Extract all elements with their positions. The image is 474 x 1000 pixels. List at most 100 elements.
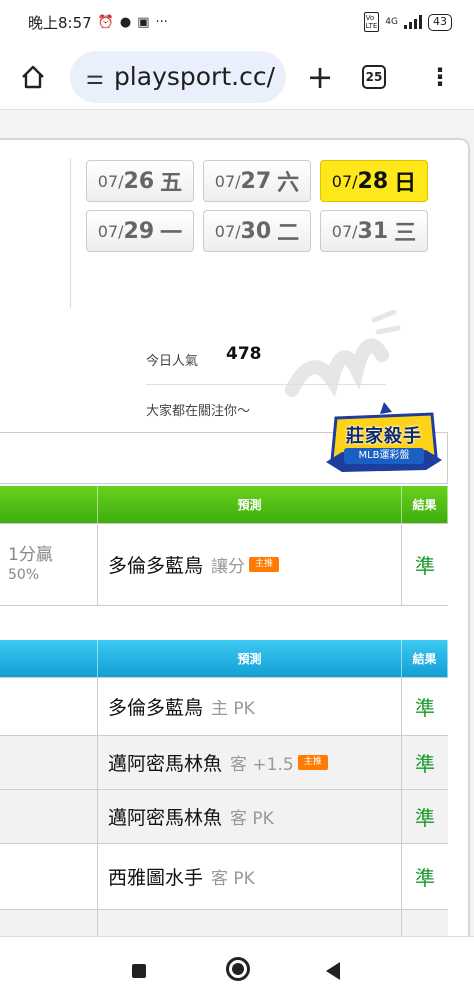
chat-icon: ● [119,14,132,30]
table-header-green: 預測 結果 [0,486,448,524]
date-button-0731[interactable]: 07/ 31 三 [320,210,428,252]
main-pick-tag: 主推 [297,755,328,770]
battery-icon: 43 [428,13,452,31]
popularity-divider [146,384,386,385]
signal-icon [404,15,422,29]
alarm-icon: ⏰ [97,14,114,30]
date-weekday: 六 [277,171,300,196]
table-row[interactable]: 多倫多藍鳥 主 PK 準 [0,678,448,736]
back-button[interactable] [326,962,340,980]
prediction-cell: 多倫多藍鳥 主 PK [98,678,402,735]
table-header-blue: 預測 結果 [0,640,448,678]
date-weekday: 三 [394,221,417,246]
left-cell [0,844,98,909]
bet-type: 客 PK [230,809,274,829]
team-name: 西雅圖水手 [108,867,204,889]
left-cell [0,736,98,789]
prediction-cell: 邁阿密馬林魚 客 +1.5 主推 [98,736,402,789]
left-line-1: 1分贏 [8,544,53,565]
prediction-cell [98,910,402,936]
date-button-0730[interactable]: 07/ 30 二 [203,210,311,252]
site-settings-icon[interactable]: ⚌ [86,65,104,89]
web-page: 07/ 26 五 07/ 27 六 07/ 28 日 07/ 29 一 07/ … [0,110,474,936]
status-left: 晚上8:57 ⏰ ● ▣ ··· [28,12,168,33]
date-button-0728[interactable]: 07/ 28 日 [320,160,428,202]
bet-type: 客 +1.5 [230,755,294,775]
date-month: 07/ [214,171,241,191]
table-row[interactable]: 邁阿密馬林魚 客 +1.5 主推 準 [0,736,448,790]
date-day: 29 [123,218,155,244]
team-name: 邁阿密馬林魚 [108,807,223,829]
date-weekday: 二 [277,221,300,246]
recents-button[interactable] [132,964,146,978]
prediction-cell: 西雅圖水手 客 PK [98,844,402,909]
table-row[interactable] [0,910,448,936]
content-card: 07/ 26 五 07/ 27 六 07/ 28 日 07/ 29 一 07/ … [0,138,470,936]
popularity-subtitle: 大家都在關注你～ [146,404,251,419]
table-row[interactable]: 邁阿密馬林魚 客 PK 準 [0,790,448,844]
browser-menu-button[interactable]: ⋮ [428,65,452,89]
bet-type: 客 PK [211,869,255,889]
volte-icon: Vo LTE [363,12,380,32]
address-bar[interactable]: ⚌ playsport.cc/ [70,50,286,103]
date-month: 07/ [97,171,124,191]
date-day: 28 [357,168,389,194]
badge-subtitle: MLB運彩盤 [344,448,424,464]
status-right: Vo LTE 4G 43 [363,12,452,32]
date-weekday: 一 [160,221,183,246]
logo-watermark-icon [285,310,401,398]
date-month: 07/ [214,221,241,241]
result-cell: 準 [415,752,435,776]
dealer-killer-badge[interactable]: 莊家殺手 MLB運彩盤 [322,400,446,480]
table-row[interactable]: 西雅圖水手 客 PK 準 [0,844,448,910]
result-cell: 準 [415,806,435,830]
date-weekday: 日 [394,171,417,196]
result-cell [402,910,448,936]
left-cell [0,910,98,936]
status-bar: 晚上8:57 ⏰ ● ▣ ··· Vo LTE 4G 43 [0,0,474,44]
date-button-0726[interactable]: 07/ 26 五 [86,160,194,202]
left-cell [0,790,98,843]
youtube-icon: ▣ [137,14,150,30]
date-month: 07/ [331,221,358,241]
home-button[interactable] [16,60,50,94]
bet-type: 主 PK [211,699,255,719]
result-cell: 準 [415,696,435,720]
bet-type: 讓分 [211,557,246,577]
popularity-value: 478 [226,344,262,364]
result-cell: 準 [415,554,435,578]
badge-title: 莊家殺手 [346,426,422,447]
team-name: 邁阿密馬林魚 [108,753,223,775]
new-tab-button[interactable]: + [302,61,338,93]
date-weekday: 五 [160,171,183,196]
divider [70,158,71,308]
result-cell: 準 [415,866,435,890]
header-result: 結果 [402,486,448,523]
system-navigation-bar [0,936,474,1000]
date-day: 27 [240,168,272,194]
header-left-cell [0,486,98,523]
team-name: 多倫多藍鳥 [108,697,204,719]
date-day: 31 [357,218,389,244]
left-cell [0,678,98,735]
browser-toolbar: ⚌ playsport.cc/ + 25 ⋮ [0,44,474,110]
more-dots-icon: ··· [155,14,168,30]
tab-switcher-button[interactable]: 25 [362,64,386,89]
date-button-0729[interactable]: 07/ 29 一 [86,210,194,252]
header-left-cell [0,640,98,677]
date-day: 30 [240,218,272,244]
popularity-label: 今日人氣 [146,354,199,369]
header-prediction: 預測 [98,486,402,523]
main-pick-tag: 主推 [249,557,280,572]
date-button-0727[interactable]: 07/ 27 六 [203,160,311,202]
date-month: 07/ [97,221,124,241]
date-month: 07/ [331,171,358,191]
home-icon [22,65,44,88]
signal-label: 4G [385,17,398,27]
home-nav-button[interactable] [226,957,250,981]
prediction-cell: 邁阿密馬林魚 客 PK [98,790,402,843]
prediction-cell: 多倫多藍鳥 讓分 主推 [98,524,402,605]
header-prediction: 預測 [98,640,402,677]
header-result: 結果 [402,640,448,677]
table-row[interactable]: 1分贏 50% 多倫多藍鳥 讓分 主推 準 [0,524,448,606]
